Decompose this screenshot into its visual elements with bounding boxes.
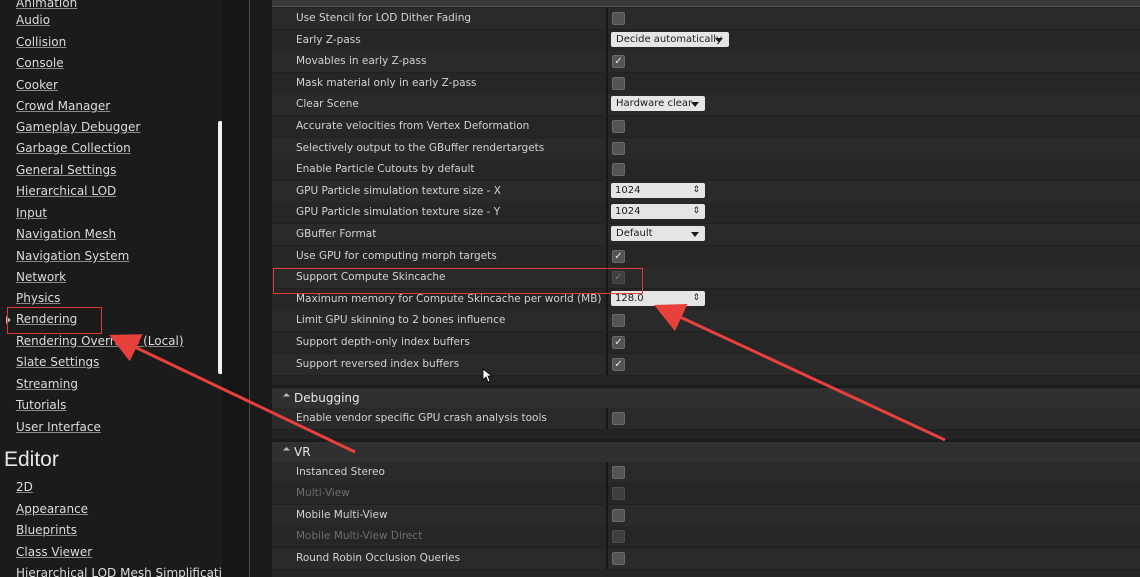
mouse-cursor-icon — [482, 368, 494, 383]
arrow-to-skincache-memory — [654, 303, 946, 442]
arrow-to-rendering — [109, 334, 356, 454]
annotation-arrows — [109, 303, 946, 454]
